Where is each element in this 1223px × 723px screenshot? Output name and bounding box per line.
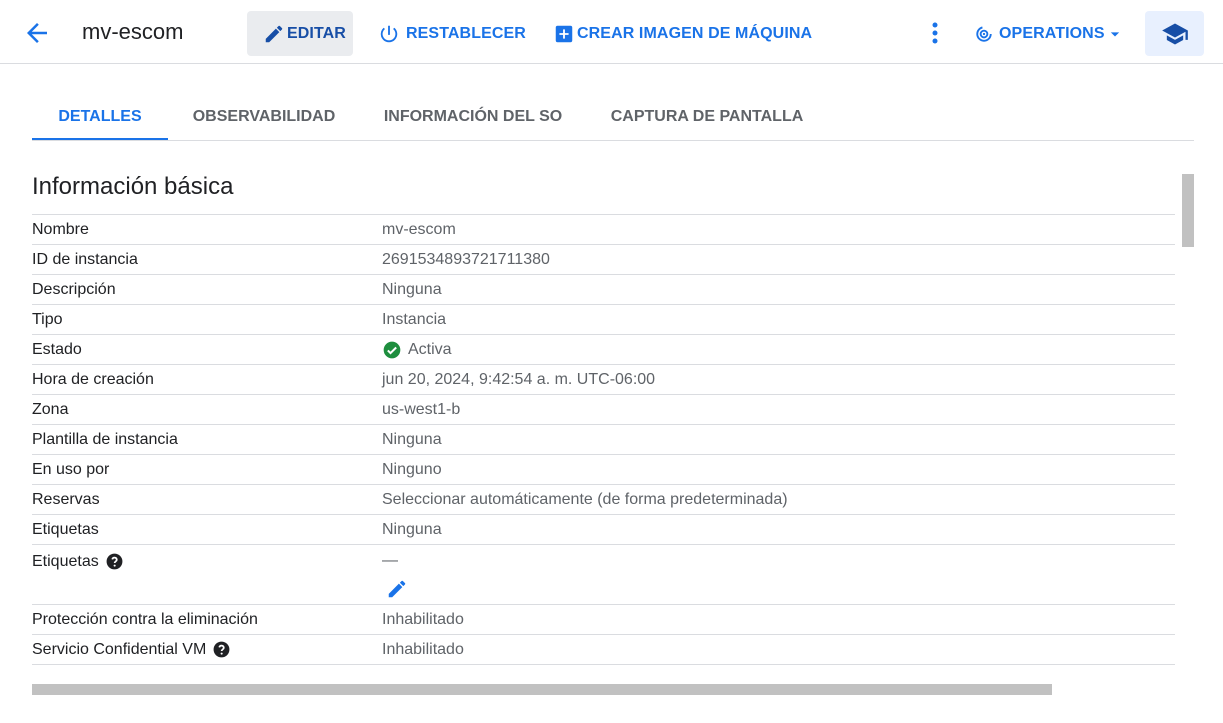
section-title: Información básica	[32, 173, 234, 200]
row-key: Reservas	[32, 490, 100, 508]
vertical-scrollbar-track	[1181, 174, 1195, 684]
table-row: Protección contra la eliminación Inhabil…	[32, 604, 1175, 634]
table-row: Plantilla de instancia Ninguna	[32, 424, 1175, 454]
table-row: Estado Activa	[32, 334, 1175, 364]
row-key: Protección contra la eliminación	[32, 610, 258, 628]
row-value: jun 20, 2024, 9:42:54 a. m. UTC-06:00	[382, 370, 656, 388]
help-icon[interactable]	[105, 552, 124, 571]
row-key: En uso por	[32, 460, 110, 478]
table-row: Etiquetas Ninguna	[32, 514, 1175, 544]
row-value: Inhabilitado	[382, 610, 464, 628]
status-value: Activa	[382, 340, 452, 360]
row-key: Descripción	[32, 280, 116, 298]
edit-button-label: EDITAR	[287, 24, 346, 42]
back-arrow-icon	[27, 23, 47, 43]
pencil-icon	[265, 25, 283, 42]
table-row: ID de instancia 2691534893721711380	[32, 244, 1175, 274]
row-key-label: Etiquetas	[32, 552, 99, 570]
row-value: Instancia	[382, 310, 447, 328]
row-key: Nombre	[32, 220, 89, 238]
horizontal-scrollbar[interactable]	[32, 684, 1052, 695]
row-key: Etiquetas	[32, 520, 99, 538]
create-machine-image-button[interactable]: CREAR IMAGEN DE MÁQUINA	[553, 11, 812, 56]
power-icon	[380, 25, 398, 42]
vertical-scrollbar[interactable]	[1182, 174, 1194, 247]
row-value: mv-escom	[382, 220, 456, 238]
check-circle-icon	[382, 340, 402, 360]
tab-observability[interactable]: OBSERVABILIDAD	[182, 95, 346, 139]
row-key: Zona	[32, 400, 69, 418]
edit-labels-pencil-icon[interactable]	[386, 578, 408, 605]
row-value: 2691534893721711380	[382, 250, 550, 268]
tab-screenshot[interactable]: CAPTURA DE PANTALLA	[602, 95, 812, 139]
table-row: Nombre mv-escom	[32, 214, 1175, 244]
row-value: —	[382, 552, 398, 569]
row-key: Tipo	[32, 310, 63, 328]
table-row: Reservas Seleccionar automáticamente (de…	[32, 484, 1175, 514]
row-key: Servicio Confidential VM	[32, 640, 382, 659]
row-key: Etiquetas	[32, 545, 382, 571]
table-row: Etiquetas —	[32, 544, 1175, 604]
table-row: Tipo Instancia	[32, 304, 1175, 334]
row-value: us-west1-b	[382, 400, 461, 418]
add-box-icon	[555, 25, 573, 42]
table-row: En uso por Ninguno	[32, 454, 1175, 484]
dropdown-caret-icon	[1110, 31, 1119, 36]
reset-button[interactable]: RESTABLECER	[378, 11, 526, 56]
back-button[interactable]	[22, 18, 52, 48]
operations-label: OPERATIONS	[999, 24, 1105, 42]
row-key: Hora de creación	[32, 370, 154, 388]
row-value: Inhabilitado	[382, 640, 464, 658]
help-icon[interactable]	[212, 640, 231, 659]
table-row: Hora de creación jun 20, 2024, 9:42:54 a…	[32, 364, 1175, 394]
row-key: Plantilla de instancia	[32, 430, 178, 448]
operations-dropdown[interactable]: OPERATIONS	[975, 11, 1127, 56]
top-toolbar: mv-escom EDITAR RESTABLECER CREAR IMAGEN…	[0, 0, 1223, 64]
edit-button[interactable]: EDITAR	[247, 11, 353, 56]
create-machine-image-label: CREAR IMAGEN DE MÁQUINA	[577, 24, 813, 42]
more-vert-icon	[932, 22, 938, 44]
status-label: Activa	[408, 340, 452, 358]
row-value: Ninguna	[382, 430, 442, 448]
reset-button-label: RESTABLECER	[406, 24, 526, 42]
row-value: Ninguna	[382, 280, 442, 298]
row-key: ID de instancia	[32, 250, 138, 268]
learn-button[interactable]	[1145, 11, 1204, 56]
operations-icon	[976, 25, 992, 42]
tab-details[interactable]: DETALLES	[32, 95, 168, 140]
school-hat-icon	[1161, 23, 1188, 44]
row-key-label: Servicio Confidential VM	[32, 640, 207, 658]
page-title: mv-escom	[82, 19, 184, 44]
tab-bar: DETALLES OBSERVABILIDAD INFORMACIÓN DEL …	[32, 95, 1194, 141]
row-value: Ninguno	[382, 460, 442, 478]
more-options-button[interactable]	[922, 18, 948, 48]
tab-os-info[interactable]: INFORMACIÓN DEL SO	[374, 95, 572, 139]
row-value: Seleccionar automáticamente (de forma pr…	[382, 490, 788, 508]
table-row: Descripción Ninguna	[32, 274, 1175, 304]
row-value: Ninguna	[382, 520, 442, 538]
table-row: Servicio Confidential VM Inhabilitado	[32, 634, 1175, 664]
table-row: Zona us-west1-b	[32, 394, 1175, 424]
row-key: Estado	[32, 340, 82, 358]
basic-info-table: Nombre mv-escom ID de instancia 26915348…	[32, 214, 1175, 694]
